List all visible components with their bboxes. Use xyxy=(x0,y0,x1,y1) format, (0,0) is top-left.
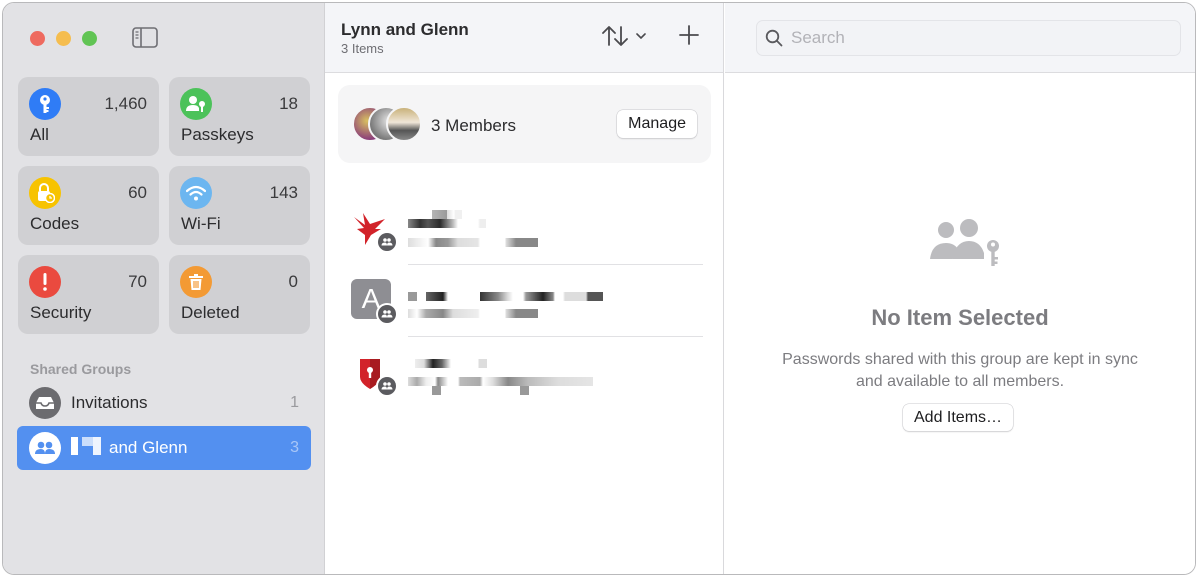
list-item[interactable]: A xyxy=(325,265,723,337)
members-count: 3 Members xyxy=(431,116,517,135)
group-label: Invitations xyxy=(71,393,148,412)
description-line: Passwords shared with this group are kep… xyxy=(782,351,1138,368)
tile-label: Wi-Fi xyxy=(181,214,221,233)
tile-label: Passkeys xyxy=(181,125,254,144)
sidebar-item-shared-group[interactable]: and Glenn 3 xyxy=(17,426,311,470)
zoom-window-button[interactable] xyxy=(82,31,97,46)
redacted-name xyxy=(71,436,101,460)
close-window-button[interactable] xyxy=(30,31,45,46)
tile-label: Codes xyxy=(30,214,80,233)
key-icon xyxy=(29,88,61,120)
category-tiles: 1,460 All 18 Passkeys 60 Codes 143 Wi-Fi… xyxy=(18,77,310,334)
search-field[interactable] xyxy=(756,20,1181,56)
group-title: Lynn and Glenn xyxy=(341,20,469,39)
chevron-down-icon xyxy=(636,33,646,39)
avatar xyxy=(386,106,422,142)
detail-pane: No Item Selected Passwords shared with t… xyxy=(725,3,1195,574)
tile-wifi[interactable]: 143 Wi-Fi xyxy=(169,166,310,245)
add-items-button[interactable]: Add Items… xyxy=(903,404,1014,431)
tile-deleted[interactable]: 0 Deleted xyxy=(169,255,310,334)
search-input[interactable] xyxy=(791,28,1171,48)
shared-groups-heading: Shared Groups xyxy=(30,361,132,377)
person-key-icon xyxy=(180,88,212,120)
list-item[interactable] xyxy=(325,193,723,265)
window-controls xyxy=(30,31,97,46)
tile-codes[interactable]: 60 Codes xyxy=(18,166,159,245)
shared-group-icon xyxy=(376,231,398,253)
tile-count: 18 xyxy=(279,94,298,113)
tile-label: All xyxy=(30,125,49,144)
sort-arrows-icon xyxy=(602,26,628,46)
tile-label: Security xyxy=(30,303,92,322)
tile-passkeys[interactable]: 18 Passkeys xyxy=(169,77,310,156)
tile-security[interactable]: 70 Security xyxy=(18,255,159,334)
tile-label: Deleted xyxy=(181,303,240,322)
group-count: 3 xyxy=(290,439,299,456)
group-label: and Glenn xyxy=(109,438,188,457)
empty-state-title: No Item Selected xyxy=(871,305,1049,330)
sidebar-item-invitations[interactable]: Invitations 1 xyxy=(17,381,311,425)
inbox-tray-icon xyxy=(29,387,61,419)
tile-count: 0 xyxy=(288,272,298,291)
group-count: 1 xyxy=(290,394,299,411)
empty-state-description: Passwords shared with this group are kep… xyxy=(725,349,1195,393)
detail-header xyxy=(725,3,1195,73)
group-icon xyxy=(29,432,61,464)
tile-count: 60 xyxy=(128,183,147,202)
search-icon xyxy=(765,29,783,47)
tile-count: 143 xyxy=(269,183,298,202)
shared-group-icon xyxy=(376,303,398,325)
members-card: 3 Members Manage xyxy=(338,85,711,163)
description-line: and available to all members. xyxy=(855,373,1065,390)
list-header: Lynn and Glenn 3 Items xyxy=(325,3,723,73)
trash-icon xyxy=(180,266,212,298)
tile-count: 70 xyxy=(128,272,147,291)
shared-group-icon xyxy=(376,375,398,397)
exclamation-icon xyxy=(29,266,61,298)
list-item[interactable] xyxy=(325,337,723,409)
minimize-window-button[interactable] xyxy=(56,31,71,46)
item-count: 3 Items xyxy=(341,41,384,56)
tile-count: 1,460 xyxy=(104,94,147,113)
manage-members-button[interactable]: Manage xyxy=(617,110,697,138)
people-key-icon xyxy=(930,219,999,266)
member-avatars xyxy=(352,106,422,142)
passwords-window: 1,460 All 18 Passkeys 60 Codes 143 Wi-Fi… xyxy=(2,2,1196,575)
tile-all[interactable]: 1,460 All xyxy=(18,77,159,156)
sort-button[interactable] xyxy=(602,25,646,47)
sidebar-toggle-icon[interactable] xyxy=(132,27,158,48)
sidebar: 1,460 All 18 Passkeys 60 Codes 143 Wi-Fi… xyxy=(3,3,325,574)
items-list-pane: Lynn and Glenn 3 Items 3 Members Manage xyxy=(325,3,724,574)
plus-icon[interactable] xyxy=(679,25,699,45)
lock-clock-icon xyxy=(29,177,61,209)
wifi-icon xyxy=(180,177,212,209)
